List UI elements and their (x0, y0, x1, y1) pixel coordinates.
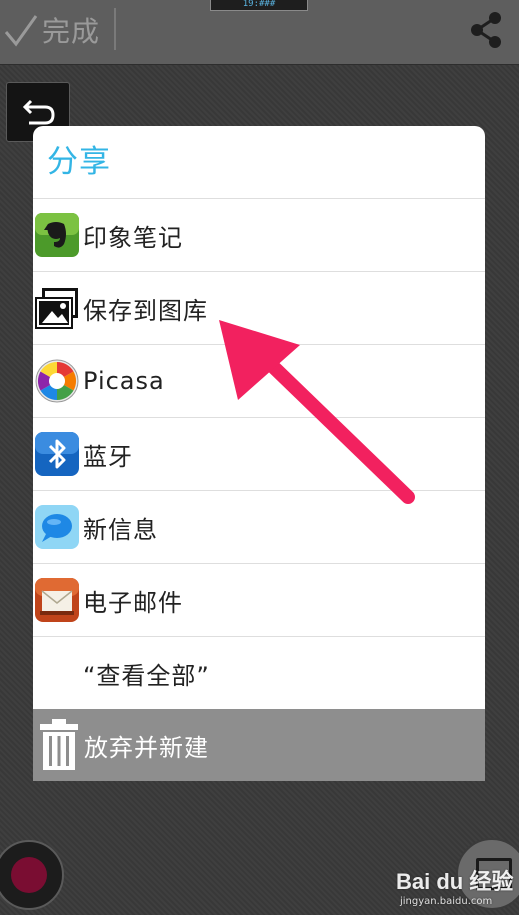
share-item-email[interactable]: 电子邮件 (33, 563, 485, 636)
share-item-gallery[interactable]: 保存到图库 (33, 271, 485, 344)
share-item-label: 印象笔记 (83, 223, 183, 252)
done-label: 完成 (42, 15, 101, 48)
checkmark-icon (4, 15, 38, 47)
picasa-icon (34, 358, 80, 404)
view-all-button[interactable]: “查看全部” (33, 636, 485, 709)
watermark-url: jingyan.baidu.com (400, 896, 493, 907)
email-icon (34, 577, 80, 623)
share-dialog: 分享 印象笔记 保存到图库 Picasa 蓝牙 新信息 电子邮件 “查看全部” … (33, 126, 485, 781)
view-all-label: “查看全部” (83, 661, 210, 690)
share-item-label: 新信息 (83, 515, 158, 544)
message-icon (34, 504, 80, 550)
bluetooth-icon (34, 431, 80, 477)
done-button[interactable]: 完成 (0, 0, 112, 60)
share-item-label: 电子邮件 (83, 588, 183, 617)
watermark-brand: Bai du 经验 (396, 869, 514, 894)
dialog-title: 分享 (47, 144, 111, 180)
share-item-message[interactable]: 新信息 (33, 490, 485, 563)
undo-icon (22, 99, 55, 125)
record-dot-icon (11, 857, 47, 893)
action-bar: 完成 19:### (0, 0, 519, 65)
share-item-label: 保存到图库 (83, 296, 208, 325)
share-item-bluetooth[interactable]: 蓝牙 (33, 417, 485, 490)
share-item-label: Picasa (83, 367, 165, 395)
share-item-label: 蓝牙 (83, 442, 133, 471)
gallery-icon (34, 285, 80, 331)
share-item-picasa[interactable]: Picasa (33, 344, 485, 417)
divider (114, 8, 116, 50)
evernote-icon (34, 212, 80, 258)
share-item-evernote[interactable]: 印象笔记 (33, 198, 485, 271)
watermark: Bai du 经验 jingyan.baidu.com (396, 860, 514, 910)
record-button[interactable] (0, 840, 64, 910)
discard-label: 放弃并新建 (84, 733, 209, 762)
status-indicator: 19:### (210, 0, 308, 11)
discard-and-new-button[interactable]: 放弃并新建 (33, 709, 485, 781)
share-icon[interactable] (466, 10, 506, 50)
trash-icon (40, 719, 78, 770)
